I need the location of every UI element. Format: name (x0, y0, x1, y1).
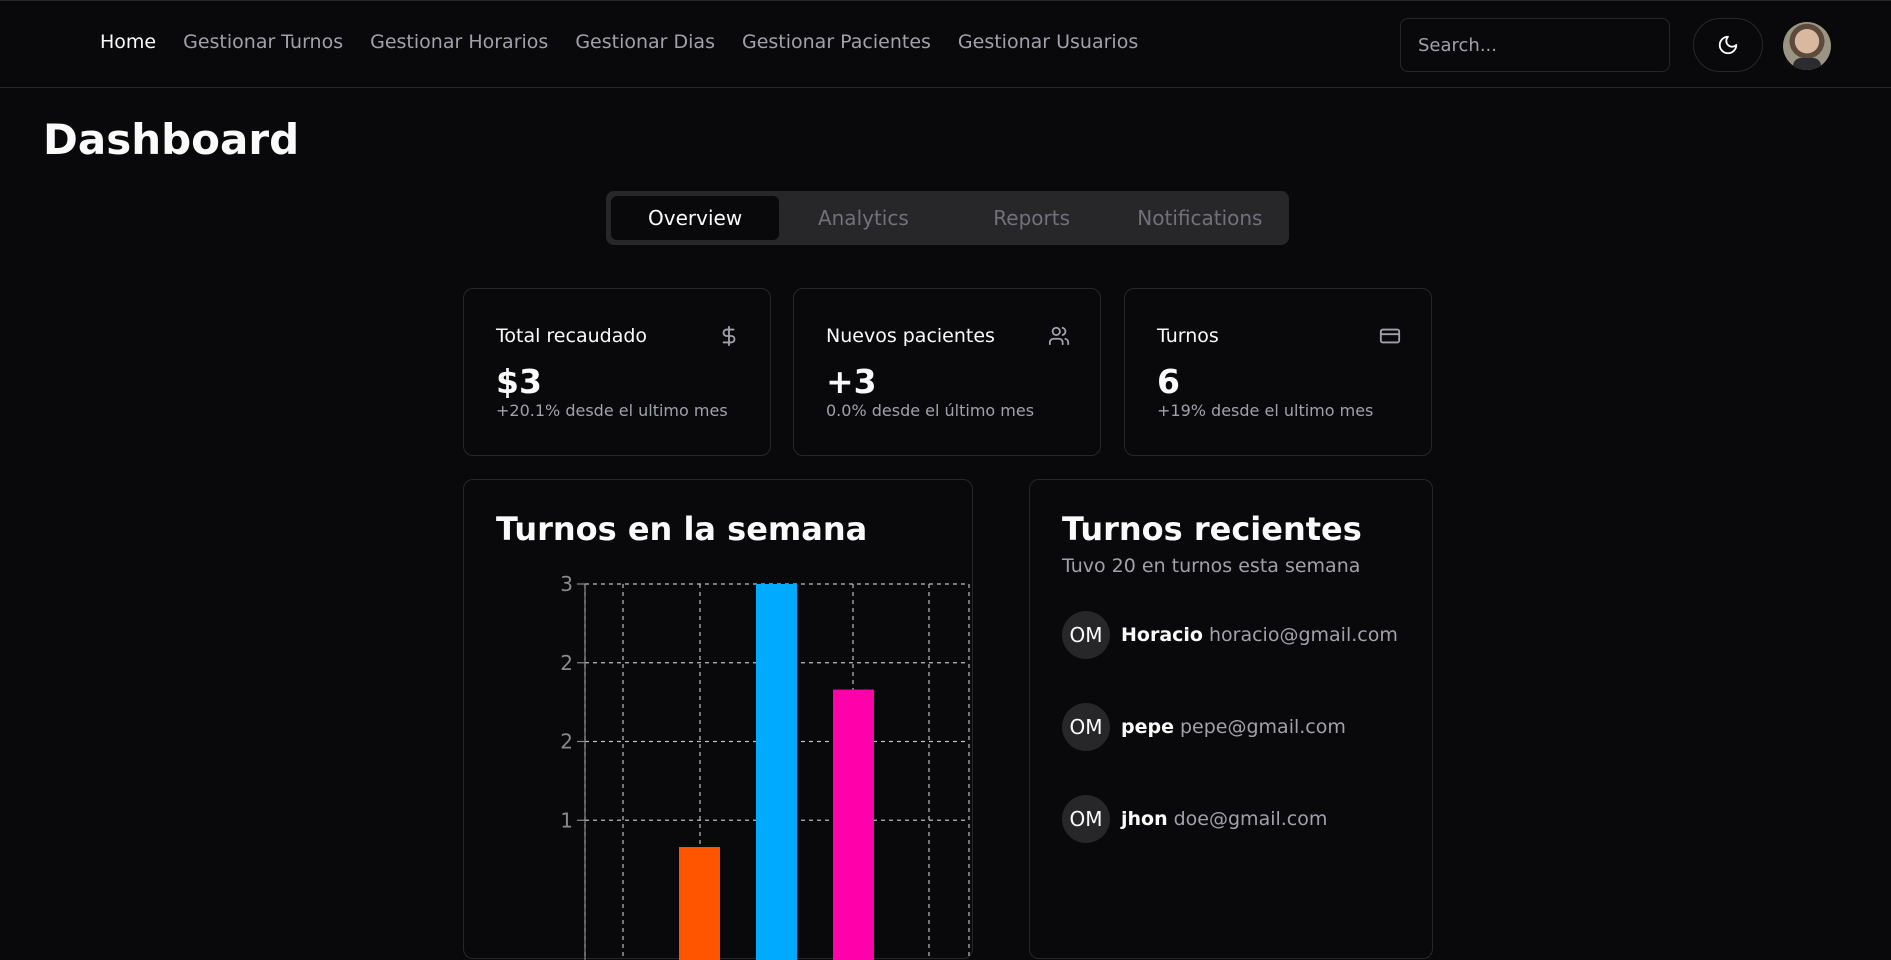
stat-change: +19% desde el ultimo mes (1157, 401, 1374, 420)
chart-card: Turnos en la semana 3221 (463, 479, 973, 960)
y-tick-label: 3 (560, 572, 573, 596)
bar[interactable] (679, 847, 720, 960)
y-tick-label: 2 (560, 651, 573, 675)
recent-subtitle: Tuvo 20 en turnos esta semana (1062, 555, 1361, 577)
stat-title: Total recaudado (496, 325, 648, 347)
recent-item: OM jhon doe@gmail.com (1062, 795, 1327, 843)
moon-icon (1718, 35, 1738, 55)
recent-name: pepe (1121, 716, 1174, 738)
avatar: OM (1062, 795, 1110, 843)
recent-item: OM Horacio horacio@gmail.com (1062, 611, 1398, 659)
main-nav: Home Gestionar Turnos Gestionar Horarios… (100, 31, 1138, 53)
stat-value: 6 (1157, 362, 1180, 401)
nav-link-gestionar-turnos[interactable]: Gestionar Turnos (183, 31, 343, 53)
stat-title: Turnos (1157, 325, 1219, 347)
tab-notifications[interactable]: Notifications (1116, 196, 1284, 240)
stat-card-nuevos-pacientes: Nuevos pacientes +3 0.0% desde el último… (793, 288, 1101, 456)
credit-card-icon (1379, 328, 1401, 344)
top-navbar: Home Gestionar Turnos Gestionar Horarios… (0, 0, 1891, 88)
recent-email: horacio@gmail.com (1208, 624, 1398, 646)
recent-email: doe@gmail.com (1173, 808, 1328, 830)
recent-name: jhon (1121, 808, 1168, 830)
avatar: OM (1062, 703, 1110, 751)
page-title: Dashboard (43, 115, 300, 164)
y-tick-label: 2 (560, 730, 573, 754)
theme-toggle-button[interactable] (1693, 18, 1763, 72)
stat-value: $3 (496, 362, 542, 401)
tab-reports[interactable]: Reports (948, 196, 1116, 240)
users-icon (1048, 326, 1070, 346)
nav-link-gestionar-dias[interactable]: Gestionar Dias (575, 31, 715, 53)
nav-link-gestionar-horarios[interactable]: Gestionar Horarios (370, 31, 548, 53)
recent-email: pepe@gmail.com (1179, 716, 1346, 738)
recent-title: Turnos recientes (1062, 510, 1362, 548)
dashboard-tabs: Overview Analytics Reports Notifications (606, 191, 1289, 245)
dollar-icon (722, 325, 736, 347)
recent-turnos-card: Turnos recientes Tuvo 20 en turnos esta … (1029, 479, 1433, 959)
bar[interactable] (833, 689, 874, 960)
recent-item: OM pepe pepe@gmail.com (1062, 703, 1346, 751)
user-avatar[interactable] (1783, 22, 1831, 70)
stat-card-total-recaudado: Total recaudado $3 +20.1% desde el ultim… (463, 288, 771, 456)
nav-link-home[interactable]: Home (100, 31, 156, 53)
stat-title: Nuevos pacientes (826, 325, 995, 347)
y-tick-label: 1 (560, 808, 573, 832)
tab-analytics[interactable]: Analytics (779, 196, 947, 240)
stat-value: +3 (826, 362, 877, 401)
weekly-turnos-bar-chart: 3 2 2 1 (560, 572, 970, 960)
search-input[interactable] (1400, 18, 1670, 72)
recent-name: Horacio (1121, 624, 1203, 646)
avatar: OM (1062, 611, 1110, 659)
nav-link-gestionar-usuarios[interactable]: Gestionar Usuarios (958, 31, 1138, 53)
stat-card-turnos: Turnos 6 +19% desde el ultimo mes (1124, 288, 1432, 456)
stat-change: 0.0% desde el último mes (826, 401, 1035, 420)
tab-overview[interactable]: Overview (611, 196, 780, 240)
nav-link-gestionar-pacientes[interactable]: Gestionar Pacientes (742, 31, 931, 53)
bar[interactable] (756, 584, 797, 960)
stat-change: +20.1% desde el ultimo mes (496, 401, 728, 420)
